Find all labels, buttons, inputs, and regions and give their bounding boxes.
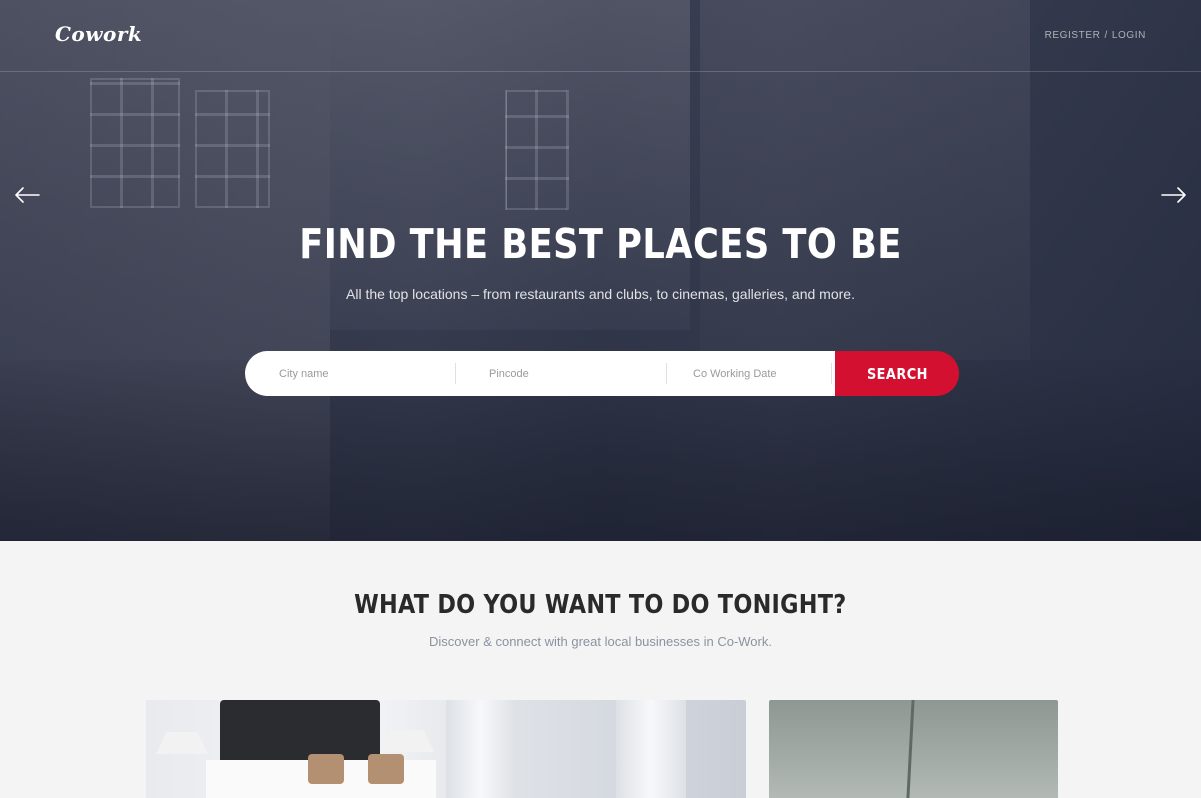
search-button-label: SEARCH bbox=[866, 364, 928, 383]
hero-title: FIND THE BEST PLACES TO BE bbox=[299, 220, 902, 268]
card-image-curtain bbox=[616, 700, 686, 798]
section-title: WHAT DO YOU WANT TO DO TONIGHT? bbox=[0, 590, 1201, 620]
search-button[interactable]: SEARCH bbox=[835, 351, 959, 396]
slider-prev-button[interactable] bbox=[13, 183, 41, 207]
hero-background-window bbox=[195, 90, 270, 208]
search-divider bbox=[666, 363, 667, 384]
arrow-left-icon bbox=[15, 187, 40, 203]
search-divider bbox=[831, 363, 832, 384]
pincode-input[interactable] bbox=[489, 351, 659, 396]
section-subtitle: Discover & connect with great local busi… bbox=[429, 634, 772, 649]
brand-logo[interactable]: Cowork bbox=[55, 22, 142, 46]
listing-card-outdoor[interactable] bbox=[769, 700, 1058, 798]
date-field bbox=[693, 351, 833, 396]
pincode-field bbox=[489, 351, 659, 396]
section-title-text: WHAT DO YOU WANT TO DO TONIGHT? bbox=[354, 590, 847, 620]
card-image-mast bbox=[906, 700, 915, 798]
card-image-curtain bbox=[446, 700, 516, 798]
card-image-lamp bbox=[156, 732, 208, 754]
hero-subtitle: All the top locations – from restaurants… bbox=[346, 286, 855, 302]
city-field bbox=[279, 351, 449, 396]
hero-background-window bbox=[505, 90, 569, 210]
arrow-right-icon bbox=[1161, 187, 1186, 203]
hero-section: Cowork REGISTER / LOGIN FIND THE BEST PLAC… bbox=[0, 0, 1201, 541]
search-divider bbox=[455, 363, 456, 384]
auth-separator: / bbox=[1104, 30, 1108, 41]
city-name-input[interactable] bbox=[279, 351, 449, 396]
card-image-pillow bbox=[368, 754, 404, 784]
card-image-pillow bbox=[308, 754, 344, 784]
login-link[interactable]: LOGIN bbox=[1112, 30, 1146, 41]
register-link[interactable]: REGISTER bbox=[1045, 30, 1101, 41]
listing-card-bedroom[interactable] bbox=[146, 700, 746, 798]
card-image-lamp bbox=[382, 730, 434, 752]
hero-background-window bbox=[90, 78, 180, 208]
slider-next-button[interactable] bbox=[1160, 183, 1188, 207]
co-working-date-input[interactable] bbox=[693, 351, 833, 396]
top-navigation-bar: Cowork REGISTER / LOGIN bbox=[0, 0, 1201, 72]
search-form: SEARCH bbox=[245, 351, 959, 396]
auth-links: REGISTER / LOGIN bbox=[1045, 30, 1146, 41]
